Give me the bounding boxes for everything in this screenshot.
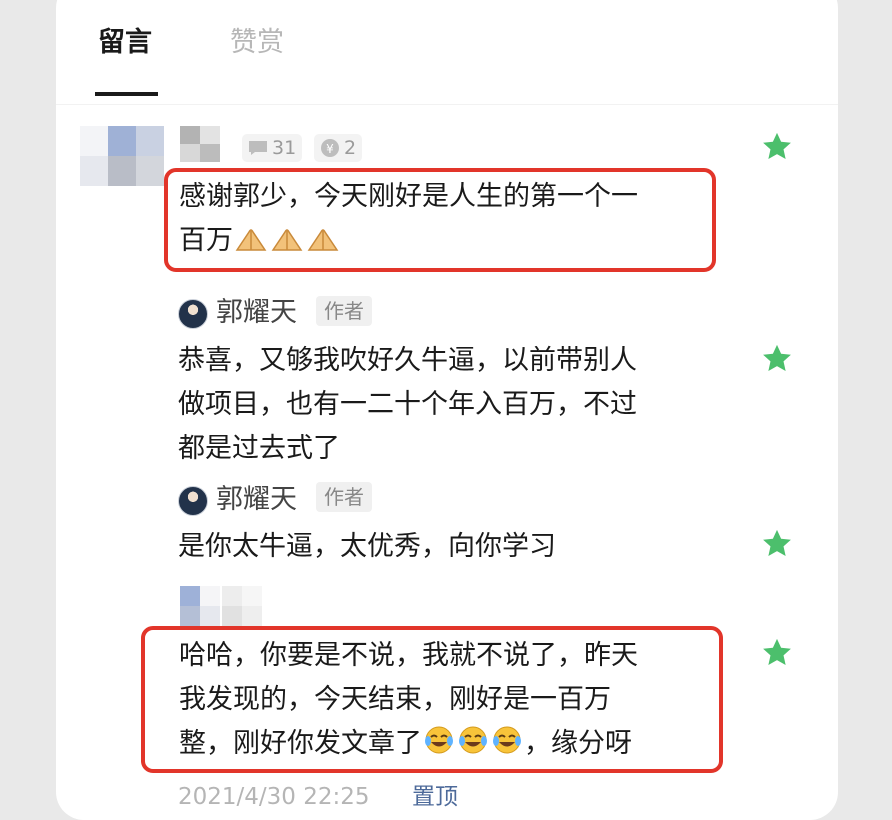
folded-hands-icon xyxy=(305,224,341,264)
comment-text-line: 感谢郭少，今天刚好是人生的第一个一 xyxy=(179,181,638,212)
reply-count-badge: 31 xyxy=(242,134,303,162)
active-tab-indicator xyxy=(95,92,158,96)
coin-icon: ¥ xyxy=(320,138,340,158)
comment-text-line: 哈哈，你要是不说，我就不说了，昨天 xyxy=(179,640,638,671)
author-name[interactable]: 郭耀天 xyxy=(216,296,297,330)
folded-hands-icon xyxy=(233,224,269,264)
author-badge: 作者 xyxy=(316,296,372,326)
commenter-avatar[interactable] xyxy=(80,126,164,186)
star-icon[interactable] xyxy=(760,636,794,670)
reply-text-line: 做项目，也有一二十个年入百万，不过 xyxy=(178,389,637,420)
reward-count: 2 xyxy=(344,137,357,159)
star-icon[interactable] xyxy=(760,527,794,561)
reply-text-line: 是你太牛逼，太优秀，向你学习 xyxy=(178,531,556,562)
commenter-name[interactable] xyxy=(180,126,220,162)
comments-panel: 留言 赞赏 31 ¥ 2 感谢郭少，今天刚好是人生的第一个一 百万 郭耀天 作者… xyxy=(56,0,838,820)
star-icon[interactable] xyxy=(760,130,794,164)
svg-text:¥: ¥ xyxy=(326,142,334,156)
tears-of-joy-icon xyxy=(456,725,490,767)
reply-count: 31 xyxy=(272,137,297,159)
commenter-name[interactable] xyxy=(222,586,262,626)
reply-text-line: 恭喜，又够我吹好久牛逼，以前带别人 xyxy=(178,345,637,376)
reply-text-line: 都是过去式了 xyxy=(178,433,340,464)
comment-icon xyxy=(248,140,268,156)
tab-comments[interactable]: 留言 xyxy=(98,26,152,60)
comment-text-line: 我发现的，今天结束，刚好是一百万 xyxy=(179,684,611,715)
comment-text-fragment: ，缘分呀 xyxy=(524,728,632,759)
comment-text-line: 百万 xyxy=(179,221,341,264)
author-badge: 作者 xyxy=(316,482,372,512)
comment-text-fragment: 整，刚好你发文章了 xyxy=(179,728,422,759)
comment-text-line: 整，刚好你发文章了 ，缘分呀 xyxy=(179,724,632,767)
author-name[interactable]: 郭耀天 xyxy=(216,483,297,517)
comment-text-fragment: 百万 xyxy=(179,225,233,256)
author-avatar[interactable] xyxy=(178,486,208,516)
tears-of-joy-icon xyxy=(422,725,456,767)
tab-divider xyxy=(56,104,838,105)
author-avatar[interactable] xyxy=(178,299,208,329)
tab-rewards[interactable]: 赞赏 xyxy=(230,26,284,60)
reward-count-badge: ¥ 2 xyxy=(314,134,363,162)
tears-of-joy-icon xyxy=(490,725,524,767)
star-icon[interactable] xyxy=(760,342,794,376)
folded-hands-icon xyxy=(269,224,305,264)
commenter-avatar[interactable] xyxy=(180,586,220,626)
